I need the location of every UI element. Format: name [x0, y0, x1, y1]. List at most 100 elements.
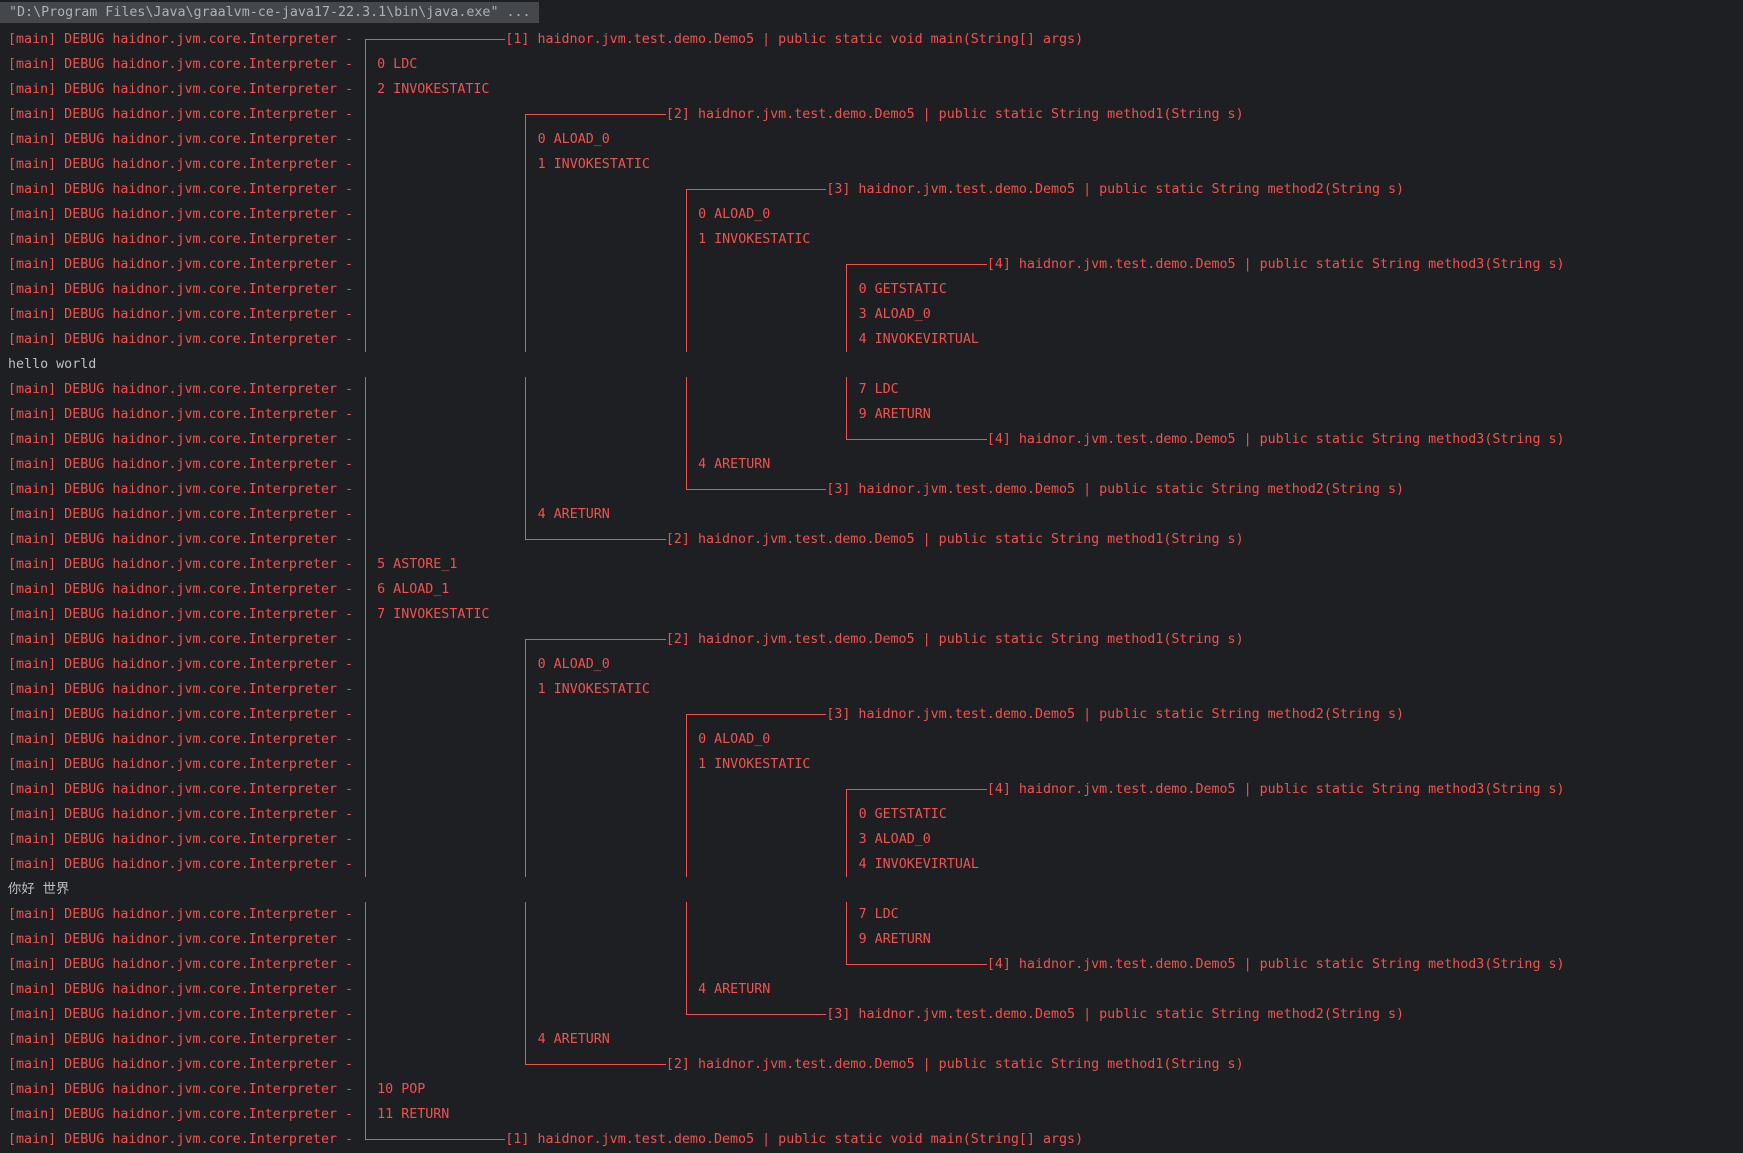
logger-prefix: [main] DEBUG haidnor.jvm.core.Interprete… — [8, 677, 361, 702]
log-text — [369, 152, 521, 177]
logger-prefix: [main] DEBUG haidnor.jvm.core.Interprete… — [8, 302, 361, 327]
tree-horizontal-line — [409, 1127, 417, 1152]
tree-horizontal-line — [907, 777, 915, 802]
tree-vertical-line — [682, 927, 690, 952]
tree-horizontal-line — [770, 1002, 778, 1027]
log-text — [530, 1002, 682, 1027]
log-text: 11 RETURN — [369, 1102, 449, 1127]
tree-horizontal-line — [425, 27, 433, 52]
log-text — [369, 252, 521, 277]
tree-vertical-line — [522, 852, 530, 877]
tree-horizontal-line — [875, 777, 883, 802]
log-text — [530, 477, 682, 502]
tree-horizontal-line — [690, 477, 698, 502]
tree-horizontal-line — [497, 1127, 505, 1152]
tree-vertical-line — [361, 852, 369, 877]
tree-horizontal-line — [369, 27, 377, 52]
log-line: [main] DEBUG haidnor.jvm.core.Interprete… — [8, 27, 1743, 52]
tree-vertical-line — [522, 777, 530, 802]
tree-horizontal-line — [634, 627, 642, 652]
logger-prefix: [main] DEBUG haidnor.jvm.core.Interprete… — [8, 1027, 361, 1052]
tree-vertical-line — [843, 827, 851, 852]
tree-horizontal-line — [706, 1002, 714, 1027]
tree-horizontal-line — [626, 627, 634, 652]
tree-vertical-line — [361, 977, 369, 1002]
log-line: [main] DEBUG haidnor.jvm.core.Interprete… — [8, 552, 1743, 577]
log-text: 0 ALOAD_0 — [530, 127, 610, 152]
tree-horizontal-line — [883, 252, 891, 277]
tree-horizontal-line — [947, 777, 955, 802]
logger-prefix: [main] DEBUG haidnor.jvm.core.Interprete… — [8, 1002, 361, 1027]
tree-horizontal-line — [650, 627, 658, 652]
log-line: [main] DEBUG haidnor.jvm.core.Interprete… — [8, 277, 1743, 302]
tree-horizontal-line — [465, 1127, 473, 1152]
tree-horizontal-line — [369, 1127, 377, 1152]
log-line: [main] DEBUG haidnor.jvm.core.Interprete… — [8, 752, 1743, 777]
log-text: [3] haidnor.jvm.test.demo.Demo5 | public… — [826, 702, 1404, 727]
log-line: [main] DEBUG haidnor.jvm.core.Interprete… — [8, 227, 1743, 252]
tree-horizontal-line — [538, 527, 546, 552]
tree-horizontal-line — [939, 777, 947, 802]
log-text — [690, 427, 842, 452]
tree-vertical-line — [522, 327, 530, 352]
tree-horizontal-line — [642, 527, 650, 552]
logger-prefix: [main] DEBUG haidnor.jvm.core.Interprete… — [8, 202, 361, 227]
tree-vertical-line — [361, 752, 369, 777]
tree-horizontal-line — [642, 627, 650, 652]
console-output[interactable]: "D:\Program Files\Java\graalvm-ce-java17… — [0, 0, 1743, 1152]
logger-prefix: [main] DEBUG haidnor.jvm.core.Interprete… — [8, 1077, 361, 1102]
tree-horizontal-line — [594, 102, 602, 127]
tree-horizontal-line — [859, 252, 867, 277]
tree-horizontal-line — [891, 252, 899, 277]
tree-horizontal-line — [658, 102, 666, 127]
tree-horizontal-line — [883, 777, 891, 802]
tree-horizontal-line — [722, 702, 730, 727]
tree-vertical-line — [682, 377, 690, 402]
tree-horizontal-line — [449, 27, 457, 52]
tree-vertical-line — [682, 777, 690, 802]
log-text — [530, 902, 682, 927]
tree-horizontal-line — [425, 1127, 433, 1152]
tree-horizontal-line — [594, 627, 602, 652]
tree-vertical-line — [361, 102, 369, 127]
tree-horizontal-line — [947, 427, 955, 452]
tree-horizontal-line — [818, 177, 826, 202]
tree-horizontal-line — [634, 1052, 642, 1077]
log-text: 4 ARETURN — [690, 977, 770, 1002]
tree-vertical-line — [522, 677, 530, 702]
log-text — [530, 202, 682, 227]
logger-prefix: [main] DEBUG haidnor.jvm.core.Interprete… — [8, 827, 361, 852]
tree-horizontal-line — [891, 777, 899, 802]
tree-horizontal-line — [714, 1002, 722, 1027]
tree-corner-top — [843, 777, 851, 802]
logger-prefix: [main] DEBUG haidnor.jvm.core.Interprete… — [8, 52, 361, 77]
log-text: 0 ALOAD_0 — [690, 202, 770, 227]
tree-vertical-line — [522, 1027, 530, 1052]
tree-horizontal-line — [851, 252, 859, 277]
logger-prefix: [main] DEBUG haidnor.jvm.core.Interprete… — [8, 77, 361, 102]
tree-horizontal-line — [554, 1052, 562, 1077]
logger-prefix: [main] DEBUG haidnor.jvm.core.Interprete… — [8, 127, 361, 152]
tree-horizontal-line — [417, 1127, 425, 1152]
log-text: [4] haidnor.jvm.test.demo.Demo5 | public… — [987, 777, 1565, 802]
log-text: [1] haidnor.jvm.test.demo.Demo5 | public… — [505, 1127, 1083, 1152]
tree-vertical-line — [843, 277, 851, 302]
log-line: [main] DEBUG haidnor.jvm.core.Interprete… — [8, 927, 1743, 952]
tree-vertical-line — [522, 427, 530, 452]
tree-vertical-line — [361, 827, 369, 852]
tree-horizontal-line — [899, 427, 907, 452]
tree-vertical-line — [522, 227, 530, 252]
tree-vertical-line — [522, 727, 530, 752]
tree-horizontal-line — [722, 1002, 730, 1027]
tree-horizontal-line — [923, 252, 931, 277]
tree-vertical-line — [361, 902, 369, 927]
tree-horizontal-line — [851, 427, 859, 452]
tree-horizontal-line — [955, 952, 963, 977]
tree-horizontal-line — [963, 252, 971, 277]
tree-vertical-line — [361, 377, 369, 402]
tree-horizontal-line — [473, 27, 481, 52]
log-text — [690, 327, 842, 352]
tree-horizontal-line — [730, 477, 738, 502]
tree-vertical-line — [361, 277, 369, 302]
tree-horizontal-line — [642, 1052, 650, 1077]
